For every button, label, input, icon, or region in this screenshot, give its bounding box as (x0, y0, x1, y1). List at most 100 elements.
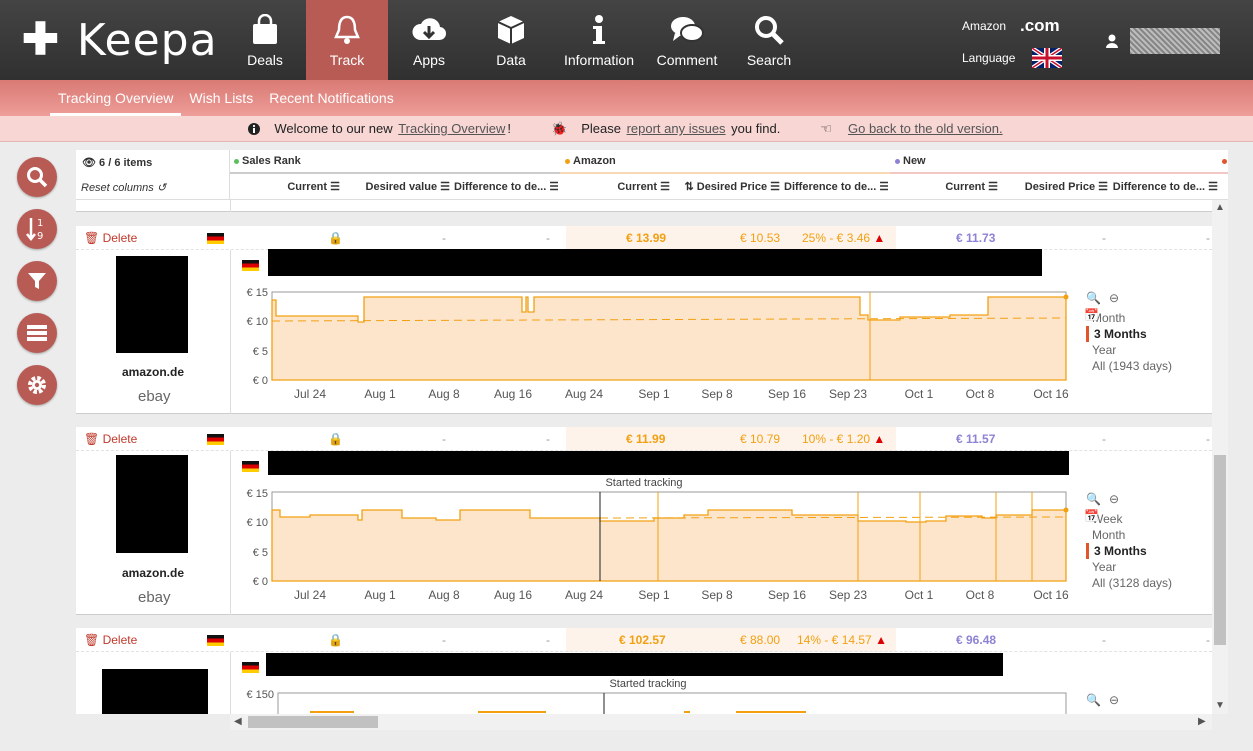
nav-search[interactable]: Search (728, 0, 810, 80)
range-year[interactable]: Year (1086, 342, 1172, 358)
column-divider (230, 652, 231, 714)
horizontal-scroll-thumb[interactable] (248, 716, 378, 728)
x-axis-ticks: Jul 24 Aug 1 Aug 8 Aug 16 Aug 24 Sep 1 Sep 8 Se… (294, 387, 1069, 401)
country-flag (207, 432, 224, 446)
nav-information[interactable]: Information (552, 0, 646, 80)
product-title-redacted[interactable] (268, 451, 1069, 475)
price-history-chart[interactable]: Started tracking € 150 (240, 676, 1090, 714)
tracking-overview-link[interactable]: Tracking Overview (398, 121, 505, 136)
uk-flag-icon[interactable] (1032, 48, 1062, 68)
vertical-scrollbar[interactable]: ▲ ▼ (1212, 200, 1228, 714)
x-tick-label: Aug 8 (428, 588, 460, 602)
nav-data[interactable]: Data (470, 0, 552, 80)
product-image-redacted[interactable] (116, 256, 188, 353)
delete-button[interactable]: 🗑 Delete (84, 633, 137, 647)
col-sales-current[interactable]: Current ☰ (236, 180, 340, 193)
scroll-left-arrow-icon[interactable]: ◀ (234, 716, 242, 727)
amazon-logo[interactable]: amazon.de (122, 566, 184, 580)
col-new-desired[interactable]: Desired Price ☰ (1002, 180, 1108, 193)
layout-tool-button[interactable] (17, 313, 57, 353)
col-sales-diff[interactable]: Difference to de... ☰ (454, 180, 558, 193)
range-year[interactable]: Year (1086, 559, 1172, 575)
product-title-redacted[interactable] (266, 653, 1003, 676)
new-underline (890, 172, 1228, 174)
col-sales-desired[interactable]: Desired value ☰ (346, 180, 450, 193)
col-label: Difference to de... (784, 181, 877, 193)
compare-icon[interactable]: ⊖ (1109, 692, 1119, 708)
sales-diff-value: - (546, 231, 550, 245)
started-tracking-label: Started tracking (605, 477, 682, 489)
col-amazon-desired[interactable]: ⇅ Desired Price ☰ (676, 180, 780, 193)
ebay-logo[interactable]: ebay (138, 589, 171, 606)
product-image-redacted[interactable] (102, 669, 208, 714)
amazon-current-value: € 102.57 (619, 633, 666, 647)
range-all[interactable]: All (3128 days) (1086, 575, 1172, 591)
tab-recent-notifications[interactable]: Recent Notifications (261, 80, 402, 116)
nav-track[interactable]: Track (306, 0, 388, 80)
col-amazon-current[interactable]: Current ☰ (566, 180, 670, 193)
y-tick: € 150 (246, 689, 274, 701)
zoom-icon[interactable]: 🔍 (1086, 290, 1101, 306)
price-history-chart[interactable]: Started tracking € 15 € 10 € 5 € 0 Jul 2… (240, 475, 1090, 605)
col-label: Desired value (365, 181, 438, 193)
nav-label: Apps (413, 52, 445, 68)
x-tick-label: Sep 16 (768, 588, 806, 602)
svg-text:9: 9 (37, 231, 43, 242)
chart-tools: 🔍 ⊖ (1086, 487, 1172, 511)
up-arrow-icon: ▲ (875, 633, 887, 647)
search-tool-button[interactable] (17, 157, 57, 197)
compare-icon[interactable]: ⊖ (1109, 290, 1119, 306)
calendar-icon[interactable]: 📅 (1084, 509, 1099, 523)
new-current-value: € 11.73 (956, 231, 996, 245)
delete-button[interactable]: 🗑 Delete (84, 432, 137, 446)
reset-columns-button[interactable]: Reset columns ↺ (81, 181, 166, 194)
amazon-desired-value: € 88.00 (740, 633, 781, 647)
nav-apps[interactable]: Apps (388, 0, 470, 80)
nav-deals[interactable]: Deals (224, 0, 306, 80)
sort-tool-button[interactable]: 19 (17, 209, 57, 249)
col-label: Desired Price (696, 181, 768, 193)
filter-tool-button[interactable] (17, 261, 57, 301)
compare-icon[interactable]: ⊖ (1109, 491, 1119, 507)
delete-label: Delete (102, 432, 138, 446)
col-label: Desired Price (1024, 181, 1096, 193)
ebay-logo[interactable]: ebay (138, 388, 171, 405)
domain-selector[interactable]: .com (1020, 16, 1060, 36)
settings-tool-button[interactable] (17, 365, 57, 405)
col-new-current[interactable]: Current ☰ (894, 180, 998, 193)
de-flag-icon (207, 434, 224, 446)
zoom-icon[interactable]: 🔍 (1086, 491, 1101, 507)
next-group-dot (1222, 158, 1227, 164)
price-history-chart[interactable]: € 15 € 10 € 5 € 0 Jul 24 Aug 1 Aug 8 Aug 16… (240, 284, 1090, 404)
horizontal-scrollbar[interactable]: ◀ ▶ (230, 714, 1212, 730)
nav-label: Search (746, 52, 792, 68)
old-version-link[interactable]: Go back to the old version. (848, 121, 1003, 136)
tab-wish-lists[interactable]: Wish Lists (181, 80, 261, 116)
scroll-up-arrow-icon[interactable]: ▲ (1215, 202, 1225, 213)
product-image-redacted[interactable] (116, 455, 188, 553)
zoom-icon[interactable]: 🔍 (1086, 692, 1101, 708)
delete-button[interactable]: 🗑 Delete (84, 231, 137, 245)
x-tick-label: Sep 23 (829, 387, 867, 401)
tab-tracking-overview[interactable]: Tracking Overview (50, 80, 182, 116)
range-month[interactable]: Month (1086, 527, 1172, 543)
user-menu[interactable] (1106, 28, 1220, 54)
amazon-price-area (271, 509, 1067, 582)
vertical-scroll-thumb[interactable] (1214, 455, 1226, 645)
scroll-down-arrow-icon[interactable]: ▼ (1215, 700, 1225, 711)
filter-icon (28, 273, 46, 289)
col-new-diff[interactable]: Difference to de... ☰ (1112, 180, 1218, 193)
welcome-suffix: ! (507, 121, 511, 136)
range-3-months[interactable]: 3 Months (1086, 543, 1172, 559)
calendar-icon[interactable]: 📅 (1084, 308, 1099, 322)
amazon-logo[interactable]: amazon.de (122, 365, 184, 379)
range-all[interactable]: All (1943 days) (1086, 358, 1172, 374)
nav-comment[interactable]: Comment (646, 0, 728, 80)
scroll-right-arrow-icon[interactable]: ▶ (1198, 716, 1206, 727)
product-title-redacted[interactable] (268, 249, 1042, 276)
new-current-value: € 96.48 (956, 633, 997, 647)
keepa-logo[interactable]: ✚ Keepa (22, 14, 218, 66)
col-amazon-diff[interactable]: Difference to de... ☰ (784, 180, 888, 193)
report-issues-link[interactable]: report any issues (627, 121, 726, 136)
range-3-months[interactable]: 3 Months (1086, 326, 1172, 342)
